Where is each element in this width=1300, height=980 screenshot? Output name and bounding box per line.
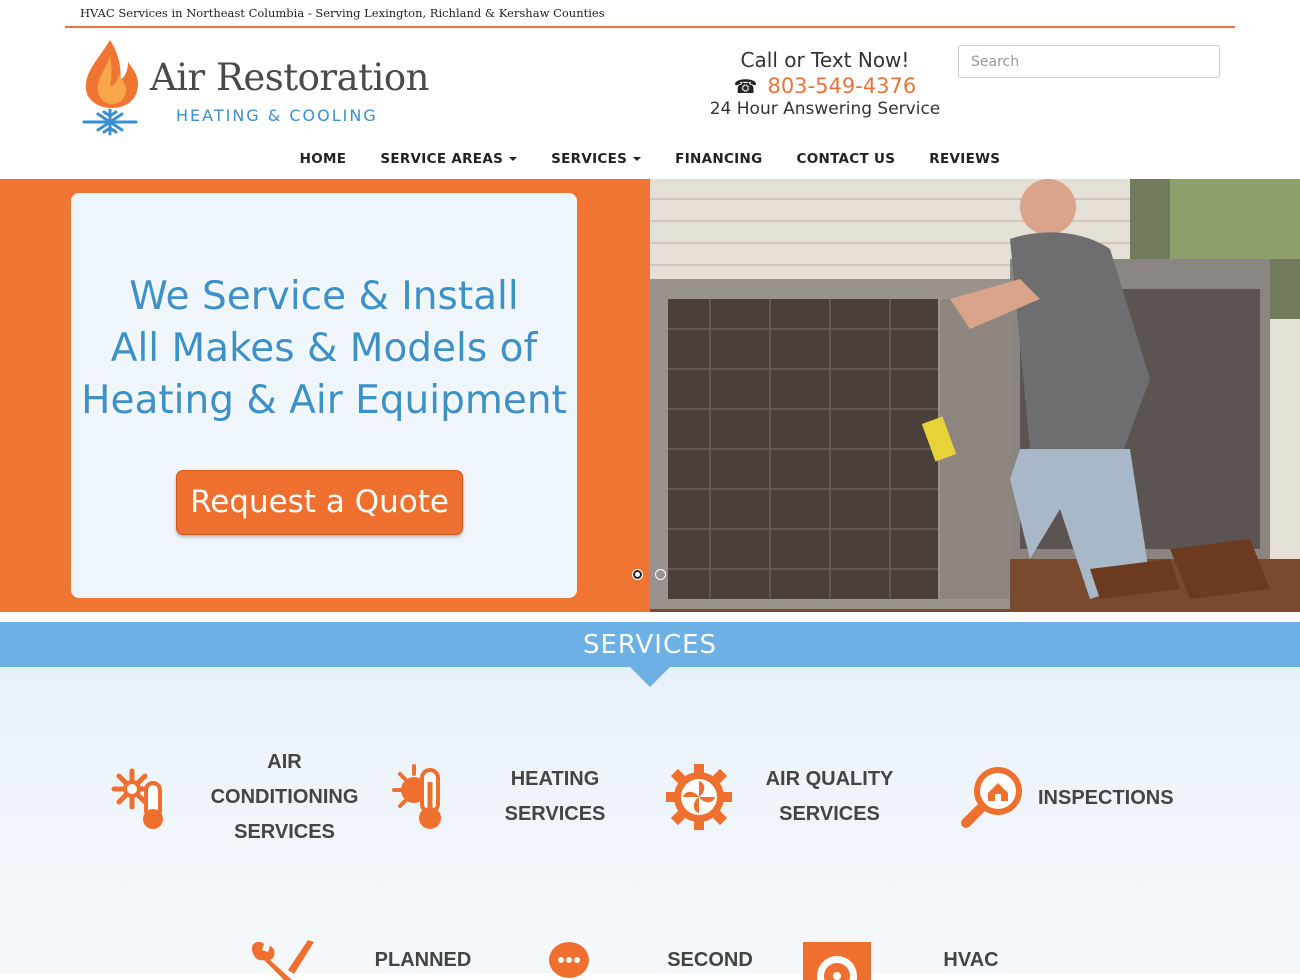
top-announcement-bar: HVAC Services in Northeast Columbia - Se… <box>65 0 1235 28</box>
service-inspections[interactable]: INSPECTIONS <box>960 765 1174 831</box>
technician-ac-unit-photo <box>650 179 1300 612</box>
service-label: SECOND <box>667 948 753 971</box>
nav-services[interactable]: SERVICES <box>551 146 642 172</box>
service-second-opinion[interactable]: SECOND <box>548 940 770 980</box>
answering-service-text: 24 Hour Answering Service <box>709 99 941 119</box>
service-label: SERVICES <box>779 803 880 825</box>
service-air-quality[interactable]: AIR QUALITY SERVICES <box>666 762 897 832</box>
request-quote-button[interactable]: Request a Quote <box>176 470 463 535</box>
services-pointer <box>630 667 670 687</box>
service-label: AIR <box>267 751 302 773</box>
sun-thermometer-icon <box>392 764 441 829</box>
services-title: SERVICES <box>582 630 718 660</box>
caret-down-icon <box>509 157 518 161</box>
site-logo[interactable]: Air Restoration HEATING & COOLING <box>80 38 460 138</box>
nav-reviews[interactable]: REVIEWS <box>929 146 1000 172</box>
main-navigation: HOME SERVICE AREAS SERVICES FINANCING CO… <box>0 146 1300 172</box>
slider-dots <box>632 569 666 580</box>
announcement-text: HVAC Services in Northeast Columbia - Se… <box>80 6 605 20</box>
hero-promo-panel: We Service & Install All Makes & Models … <box>0 179 650 612</box>
flame-snowflake-logo-icon <box>82 40 138 136</box>
service-label: AIR QUALITY <box>765 768 894 790</box>
slide-dot-2[interactable] <box>655 569 666 580</box>
service-label: HVAC <box>943 948 999 971</box>
service-label: PLANNED <box>374 948 472 971</box>
caret-down-icon <box>633 157 642 161</box>
services-header-band: SERVICES <box>0 622 1300 667</box>
service-label: HEATING <box>510 768 600 790</box>
fan-gear-icon <box>666 764 732 830</box>
house-magnifier-icon <box>961 767 1022 828</box>
brand-tagline: HEATING & COOLING <box>176 106 378 125</box>
service-air-conditioning[interactable]: AIR CONDITIONING SERVICES <box>108 745 367 850</box>
chat-bubble-icon <box>549 942 589 978</box>
hero-headline: We Service & Install All Makes & Models … <box>81 274 567 423</box>
service-label: SERVICES <box>504 803 606 825</box>
service-label: CONDITIONING <box>210 786 359 808</box>
service-heating[interactable]: HEATING SERVICES <box>390 762 615 832</box>
wrench-screwdriver-icon <box>252 940 314 980</box>
hero-card: We Service & Install All Makes & Models … <box>71 193 577 598</box>
slide-dot-1[interactable] <box>632 569 643 580</box>
search-input[interactable] <box>958 45 1220 78</box>
nav-home[interactable]: HOME <box>300 146 347 172</box>
hero-slider: We Service & Install All Makes & Models … <box>0 179 1300 612</box>
brand-name: Air Restoration <box>150 56 429 99</box>
hero-photo <box>650 179 1300 612</box>
service-label: SERVICES <box>234 821 335 843</box>
nav-contact-us[interactable]: CONTACT US <box>796 146 895 172</box>
service-hvac[interactable]: HVAC <box>803 940 1001 980</box>
phone-icon: ☎ <box>733 76 758 98</box>
nav-service-areas[interactable]: SERVICE AREAS <box>380 146 518 172</box>
snowflake-thermometer-icon <box>111 768 163 829</box>
fan-box-icon <box>803 942 871 980</box>
service-label: INSPECTIONS <box>1038 786 1174 809</box>
contact-block: Call or Text Now! ☎ 803-549-4376 24 Hour … <box>690 48 960 119</box>
phone-link[interactable]: 803-549-4376 <box>767 74 916 98</box>
nav-financing[interactable]: FINANCING <box>675 146 762 172</box>
service-planned[interactable]: PLANNED <box>248 940 478 980</box>
call-label: Call or Text Now! <box>740 48 910 72</box>
